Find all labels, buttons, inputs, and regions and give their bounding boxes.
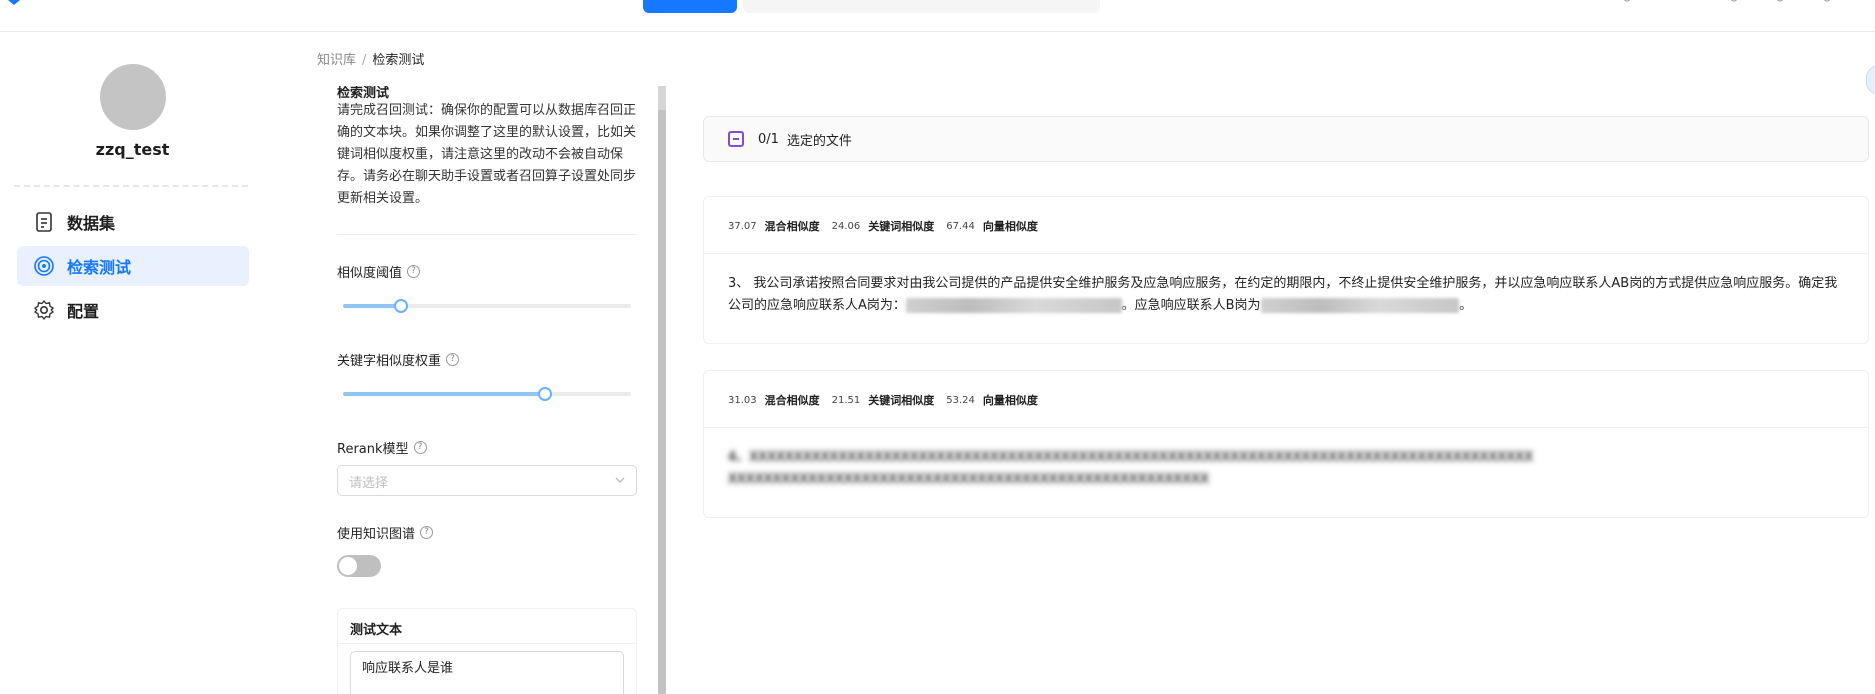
breadcrumb-root[interactable]: 知识库 [317,53,356,68]
test-text-card: 测试文本 响应联系人是谁 [337,608,637,694]
selected-label: 选定的文件 [786,133,852,149]
keyword-score-label: 关键词相似度 [868,394,935,407]
sidebar-divider [14,185,248,187]
redacted-text: XXX张三，联系方式XXXXXXXXXXX [905,298,1122,313]
breadcrumb-current: 检索测试 [372,53,425,68]
rerank-placeholder: 请选择 [349,476,389,491]
test-text-input[interactable]: 响应联系人是谁 [350,651,624,694]
document-icon [36,212,52,232]
theme-icon[interactable] [1820,0,1834,5]
top-bar [0,0,1875,32]
panel-title: 检索测试 [337,86,390,101]
test-text-header: 测试文本 [350,623,403,638]
username: zzq_test [95,140,170,159]
sidebar-item-label: 数据集 [67,214,116,233]
hybrid-score: 37.07 [728,220,757,232]
hybrid-score-label: 混合相似度 [764,220,820,233]
result-card: 37.07 混合相似度 24.06 关键词相似度 67.44 向量相似度 3、 … [703,196,1869,344]
retrieval-settings-panel: 检索测试 请完成召回测试：确保你的配置可以从数据库召回正确的文本块。如果你调整了… [337,86,637,694]
sidebar-item-label: 检索测试 [67,258,132,277]
floating-toggle-button[interactable] [1866,66,1875,94]
help-icon[interactable] [1773,0,1787,5]
document-selector[interactable]: 0/1 选定的文件 [703,116,1869,162]
slider-handle[interactable] [393,299,408,313]
keyword-weight-label: 关键字相似度权重 ? [337,350,460,369]
keyword-score: 24.06 [831,220,861,232]
gear-icon [34,300,54,320]
panel-divider [337,234,637,235]
result-text: 3、 我公司承诺按照合同要求对由我公司提供的产品提供安全维护服务及应急响应服务，… [728,273,1846,317]
redacted-result-text: 4、XXXXXXXXXXXXXXXXXXXXXXXXXXXXXXXXXXXXXX… [728,450,1533,487]
keyword-weight-text: 关键字相似度权重 [337,354,442,369]
rerank-text: Rerank模型 [337,442,409,457]
sidebar-item-config[interactable]: 配置 [17,290,249,330]
avatar[interactable] [100,64,166,130]
slider-fill [343,392,545,396]
vector-score: 67.44 [946,220,975,232]
card-divider [704,427,1868,428]
scrollbar-thumb[interactable] [658,110,666,694]
card-divider [704,253,1868,254]
help-icon[interactable]: ? [407,265,421,278]
result-card: 31.03 混合相似度 21.51 关键词相似度 53.24 向量相似度 4、X… [703,370,1869,518]
knowledge-graph-label: 使用知识图谱 ? [337,523,434,542]
breadcrumb: 知识库 / 检索测试 [317,49,424,68]
vector-score: 53.24 [946,394,975,406]
card-divider [338,643,636,644]
sidebar-item-dataset[interactable]: 数据集 [17,202,249,242]
hybrid-score-label: 混合相似度 [764,394,820,407]
help-icon[interactable]: ? [446,353,460,366]
selected-count: 0/1 [758,131,779,147]
similarity-threshold-slider[interactable] [343,299,631,313]
panel-description: 请完成召回测试：确保你的配置可以从数据库召回正确的文本块。如果你调整了这里的默认… [337,103,637,206]
keyword-score: 21.51 [831,394,861,406]
vector-score-label: 向量相似度 [982,394,1038,407]
result-text-part: 。应急响应联系人B岗为 [1121,298,1261,313]
rerank-label: Rerank模型 ? [337,438,427,457]
knowledge-graph-switch[interactable] [337,555,381,577]
indeterminate-checkbox[interactable] [728,131,744,147]
knowledge-graph-text: 使用知识图谱 [337,527,416,542]
score-row: 37.07 混合相似度 24.06 关键词相似度 67.44 向量相似度 [728,218,1050,234]
similarity-threshold-label: 相似度阈值 ? [337,262,421,281]
github-icon[interactable] [1727,0,1741,5]
hybrid-score: 31.03 [728,394,757,406]
slider-fill [343,304,401,308]
vector-score-label: 向量相似度 [982,220,1038,233]
panel-scrollbar[interactable] [658,86,666,694]
rerank-select[interactable]: 请选择 [337,465,637,496]
help-icon[interactable]: ? [420,526,434,539]
language-icon[interactable] [1620,0,1634,5]
breadcrumb-separator: / [362,53,367,68]
slider-handle[interactable] [537,387,552,401]
switch-knob [339,557,357,575]
keyword-weight-slider[interactable] [343,387,631,401]
keyword-score-label: 关键词相似度 [868,220,935,233]
similarity-threshold-text: 相似度阈值 [337,266,403,281]
sidebar-item-retrieval-test[interactable]: 检索测试 [17,246,249,286]
nav-tab-active[interactable] [643,0,737,13]
redacted-text: XXXXX，联系方式XXXXXXXXXX [1260,298,1460,313]
chevron-down-icon [615,477,625,483]
help-icon[interactable]: ? [413,441,427,454]
result-text-part: 。 [1459,298,1473,313]
sidebar-item-label: 配置 [67,302,100,321]
sidebar: zzq_test 数据集 检索测试 配置 [0,32,265,694]
nav-tabs[interactable] [743,0,1100,13]
target-icon [34,256,54,276]
app-logo-icon[interactable] [6,0,22,6]
score-row: 31.03 混合相似度 21.51 关键词相似度 53.24 向量相似度 [728,392,1050,408]
